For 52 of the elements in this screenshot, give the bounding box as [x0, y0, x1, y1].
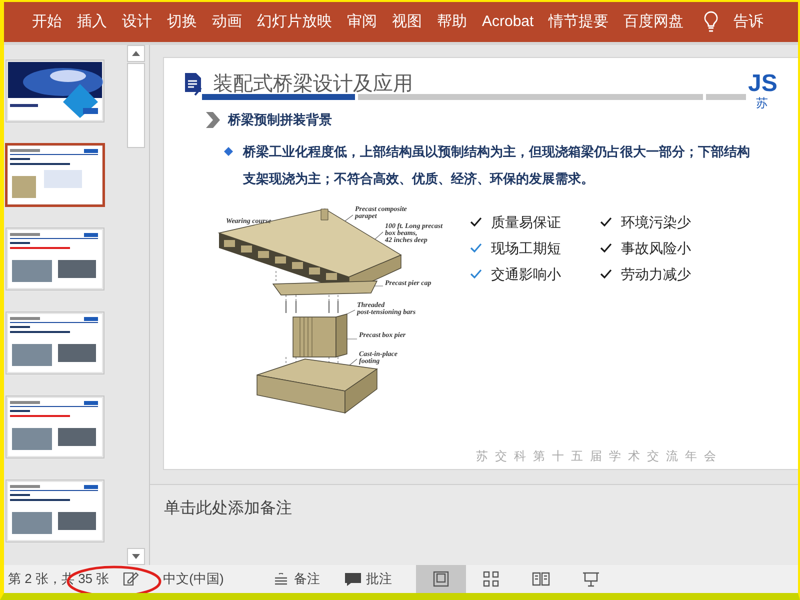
slide-thumbnail[interactable] — [5, 311, 105, 375]
notes-icon — [274, 573, 288, 585]
logo-text: JS — [748, 72, 778, 96]
scroll-up-icon[interactable] — [126, 45, 144, 62]
scroll-down-icon[interactable] — [126, 548, 144, 565]
view-button[interactable] — [416, 565, 466, 593]
spell-check-icon[interactable] — [123, 572, 140, 586]
ribbon-tab[interactable]: 开始 — [32, 10, 62, 34]
comments-button[interactable]: 批注 — [366, 569, 392, 589]
bullet-text: 桥梁工业化程度低，上部结构虽以预制结构为主，但现浇箱梁仍占很大一部分；下部结构 — [243, 142, 750, 160]
document-icon — [183, 72, 203, 96]
slide-thumbnail[interactable] — [5, 143, 105, 207]
logo-subtext: 苏 — [756, 96, 768, 110]
ribbon-tab[interactable]: 帮助 — [437, 10, 467, 34]
slide-thumbnail[interactable] — [5, 479, 105, 543]
scrollbar-thumb[interactable] — [126, 63, 144, 148]
ribbon-tab[interactable]: 幻灯片放映 — [257, 10, 332, 34]
normal-view-icon — [432, 571, 450, 587]
language-button[interactable]: 中文(中国) — [163, 569, 224, 589]
scrollbar[interactable] — [125, 45, 146, 565]
presentation-icon — [582, 571, 600, 587]
checklist-item: 质量易保证 — [491, 212, 561, 232]
grid-icon — [482, 571, 500, 587]
ribbon-tab[interactable]: 审阅 — [347, 10, 377, 34]
slide-thumbnail[interactable] — [5, 395, 105, 459]
tell-me-field[interactable]: 告诉 — [734, 10, 764, 34]
comment-icon — [344, 572, 362, 586]
slide-thumbnail[interactable] — [5, 227, 105, 291]
section-heading: 桥梁预制拼装背景 — [228, 111, 332, 129]
chevron-icon — [206, 112, 220, 128]
ribbon-tab[interactable]: 切换 — [167, 10, 197, 34]
checklist-item: 事故风险小 — [621, 238, 691, 258]
slide-thumbnail[interactable] — [5, 59, 105, 123]
checklist-item: 劳动力减少 — [621, 264, 691, 284]
ribbon-tab[interactable]: 情节提要 — [548, 10, 609, 34]
diamond-bullet-icon — [224, 146, 233, 156]
checklist-item: 环境污染少 — [621, 212, 691, 232]
lightbulb-icon[interactable] — [702, 11, 719, 33]
checklist-item: 现场工期短 — [491, 238, 561, 258]
ribbon-tab[interactable]: Acrobat — [482, 10, 534, 34]
checklist-item: 交通影响小 — [491, 264, 561, 284]
notes-button[interactable]: 备注 — [294, 569, 320, 589]
ribbon-tab[interactable]: 设计 — [122, 10, 152, 34]
ribbon-tab[interactable]: 百度网盘 — [624, 10, 684, 34]
ribbon-tab[interactable]: 插入 — [77, 10, 107, 34]
book-icon — [532, 571, 550, 587]
ribbon-tab[interactable]: 动画 — [212, 10, 242, 34]
notes-placeholder: 单击此处添加备注 — [164, 500, 292, 517]
slide-title: 装配式桥梁设计及应用 — [213, 72, 413, 96]
ribbon-tab[interactable]: 视图 — [392, 10, 422, 34]
bullet-text: 支架现浇为主；不符合高效、优质、经济、环保的发展需求。 — [243, 170, 595, 188]
slide-footer: 苏交科第十五届学术交流年会 — [476, 447, 798, 465]
